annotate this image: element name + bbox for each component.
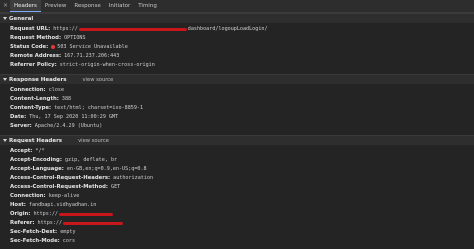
connection-row: Connection: keep-alive	[10, 192, 79, 200]
request-method-value: OPTIONS	[64, 35, 86, 41]
response-headers-title: Response Headers	[9, 76, 67, 83]
response-header-row: Content-Type: text/html; charset=iso-885…	[10, 104, 143, 112]
referrer-policy-key: Referrer Policy:	[10, 62, 57, 68]
accept-language-key: Accept-Language:	[10, 166, 64, 172]
response-header-key: Connection:	[10, 87, 46, 93]
response-header-value: Apache/2.4.29 (Ubuntu)	[34, 123, 103, 129]
status-error-icon	[51, 45, 56, 49]
acrm-key: Access-Control-Request-Method:	[10, 184, 108, 190]
connection-key: Connection:	[10, 193, 46, 199]
accept-key: Accept:	[10, 148, 33, 154]
remote-address-value: 167.71.237.206:443	[64, 53, 120, 59]
acrh-row: Access-Control-Request-Headers: authoriz…	[10, 174, 153, 182]
accept-language-row: Accept-Language: en-GB,en;q=0.9,en-US;q=…	[10, 165, 147, 173]
response-header-row: Connection: close	[10, 86, 64, 94]
tab-preview[interactable]: Preview	[41, 0, 70, 12]
accept-language-value: en-GB,en;q=0.9,en-US;q=0.8	[66, 166, 147, 172]
status-code-key: Status Code:	[10, 44, 49, 50]
expand-triangle-icon	[3, 17, 7, 20]
response-header-key: Server:	[10, 123, 32, 129]
request-headers-section-header[interactable]: Request Headers view source	[0, 135, 474, 145]
status-code-value: 503 Service Unavailable	[57, 44, 128, 50]
request-url-suffix: dashboard/logoupLoadLogin/	[187, 26, 268, 32]
response-header-value: close	[48, 87, 65, 93]
referer-key: Referer:	[10, 220, 35, 226]
remote-address-row: Remote Address: 167.71.237.206:443	[10, 52, 119, 60]
request-method-key: Request Method:	[10, 35, 62, 41]
referer-row: Referer: https://	[10, 219, 124, 227]
remote-address-key: Remote Address:	[10, 53, 62, 59]
request-url-key: Request URL:	[10, 26, 51, 32]
response-header-key: Date:	[10, 114, 27, 120]
redaction-mark	[58, 212, 113, 216]
response-header-row: Server: Apache/2.4.29 (Ubuntu)	[10, 122, 102, 130]
response-headers-section-header[interactable]: Response Headers view source	[0, 74, 474, 84]
status-code-row: Status Code: 503 Service Unavailable	[10, 43, 128, 51]
referrer-policy-row: Referrer Policy: strict-origin-when-cros…	[10, 61, 155, 69]
response-view-source-link[interactable]: view source	[83, 77, 114, 83]
sec-fetch-mode-row: Sec-Fetch-Mode: cors	[10, 237, 75, 245]
tab-response[interactable]: Response	[70, 0, 104, 12]
acrm-value: GET	[111, 184, 121, 190]
host-key: Host:	[10, 202, 26, 208]
acrm-row: Access-Control-Request-Method: GET	[10, 183, 120, 191]
request-headers-title: Request Headers	[9, 137, 63, 144]
close-icon[interactable]: ×	[0, 0, 10, 12]
tab-timing[interactable]: Timing	[134, 0, 161, 12]
response-header-key: Content-Length:	[10, 96, 59, 102]
accept-encoding-value: gzip, deflate, br	[64, 157, 118, 163]
expand-triangle-icon	[3, 139, 7, 142]
request-url-prefix: https://	[53, 26, 78, 32]
tab-headers[interactable]: Headers	[10, 0, 41, 12]
request-method-row: Request Method: OPTIONS	[10, 34, 86, 42]
acrh-key: Access-Control-Request-Headers:	[10, 175, 111, 181]
sec-fetch-mode-value: cors	[62, 238, 76, 244]
request-url-row: Request URL: https:// dashboard/logoupLo…	[10, 25, 268, 33]
host-value: fandbapi.vidhyadhan.in	[28, 202, 97, 208]
request-view-source-link[interactable]: view source	[78, 138, 109, 144]
response-header-row: Date: Thu, 17 Sep 2020 11:00:29 GMT	[10, 113, 118, 121]
accept-value: */*	[35, 148, 45, 154]
sec-fetch-mode-key: Sec-Fetch-Mode:	[10, 238, 60, 244]
tab-initiator[interactable]: Initiator	[105, 0, 134, 12]
general-section-header[interactable]: General	[0, 13, 474, 23]
response-header-value: 388	[61, 96, 72, 102]
accept-row: Accept: */*	[10, 147, 45, 155]
origin-prefix: https://	[33, 211, 58, 217]
expand-triangle-icon	[3, 78, 7, 81]
host-row: Host: fandbapi.vidhyadhan.in	[10, 201, 96, 209]
sec-fetch-dest-row: Sec-Fetch-Dest: empty	[10, 228, 76, 236]
response-header-key: Content-Type:	[10, 105, 52, 111]
sec-fetch-dest-key: Sec-Fetch-Dest:	[10, 229, 58, 235]
general-section-title: General	[9, 15, 34, 22]
origin-key: Origin:	[10, 211, 31, 217]
devtools-tab-bar: × Headers Preview Response Initiator Tim…	[0, 0, 474, 13]
acrh-value: authorization	[113, 175, 154, 181]
response-header-row: Content-Length: 388	[10, 95, 71, 103]
referer-prefix: https://	[37, 220, 63, 226]
sec-fetch-dest-value: empty	[60, 229, 76, 235]
response-header-value: text/html; charset=iso-8859-1	[54, 105, 144, 111]
redaction-mark	[63, 221, 124, 225]
accept-encoding-row: Accept-Encoding: gzip, deflate, br	[10, 156, 117, 164]
origin-row: Origin: https://	[10, 210, 114, 218]
connection-value: keep-alive	[48, 193, 80, 199]
accept-encoding-key: Accept-Encoding:	[10, 157, 62, 163]
response-header-value: Thu, 17 Sep 2020 11:00:29 GMT	[29, 114, 119, 120]
referrer-policy-value: strict-origin-when-cross-origin	[59, 62, 155, 68]
redaction-mark	[78, 27, 187, 31]
